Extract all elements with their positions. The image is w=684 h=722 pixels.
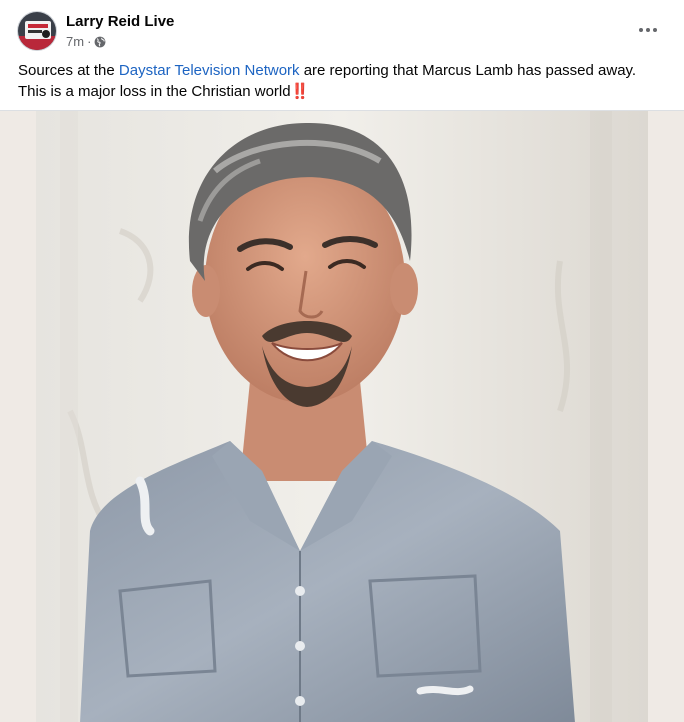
post-text-start: Sources at the: [18, 62, 119, 79]
double-exclamation-emoji: ‼️: [290, 83, 310, 100]
post-timestamp[interactable]: 7m: [66, 34, 84, 49]
post-meta: 7m ·: [66, 34, 106, 49]
more-options-button[interactable]: [630, 14, 666, 46]
more-dot: [653, 28, 657, 32]
more-dot: [639, 28, 643, 32]
avatar-image: [18, 12, 56, 50]
meta-separator: ·: [87, 34, 92, 49]
author-name[interactable]: Larry Reid Live: [66, 13, 174, 30]
post-header: Larry Reid Live 7m ·: [0, 0, 684, 56]
daystar-link[interactable]: Daystar Television Network: [119, 62, 300, 79]
author-avatar[interactable]: [17, 11, 57, 51]
post-text: Sources at the Daystar Television Networ…: [18, 60, 668, 102]
portrait-photo: [0, 111, 684, 722]
globe-icon[interactable]: [94, 36, 106, 48]
more-dot: [646, 28, 650, 32]
facebook-post: Larry Reid Live 7m · Sources at the Days…: [0, 0, 684, 722]
post-photo[interactable]: [0, 110, 684, 722]
